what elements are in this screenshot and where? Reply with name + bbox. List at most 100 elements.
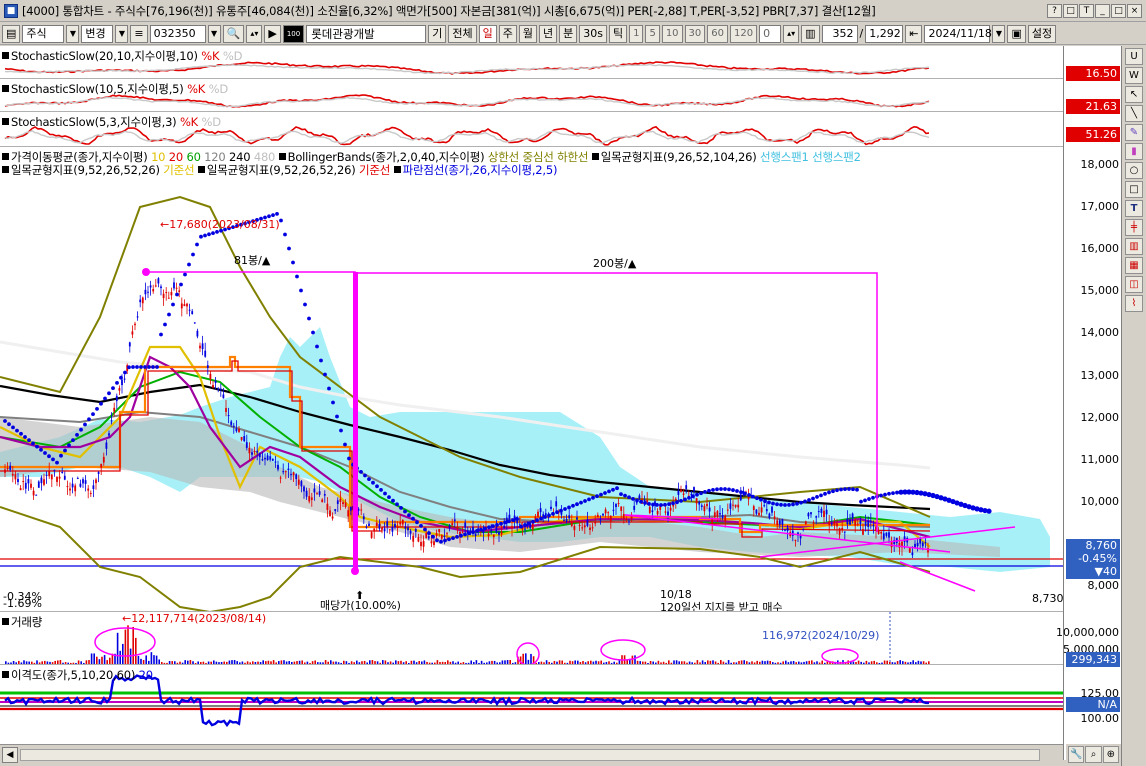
stoch1-value: 16.50 xyxy=(1066,66,1120,81)
price-label-row-2: 일목균형지표(9,52,26,52,26) 기준선 일목균형지표(9,52,26… xyxy=(2,162,557,178)
rectangle-icon[interactable]: □ xyxy=(1125,181,1143,198)
volume-bar xyxy=(103,655,106,664)
period-week[interactable]: 주 xyxy=(498,24,517,43)
candle-body xyxy=(628,521,630,523)
all-button[interactable]: 전체 xyxy=(448,24,477,43)
minute-120[interactable]: 120 xyxy=(730,24,758,43)
zoom-icon[interactable]: ⊕ xyxy=(1102,746,1119,763)
candle-body xyxy=(495,527,498,533)
close-button[interactable]: × xyxy=(1127,3,1142,18)
minute-1[interactable]: 1 xyxy=(629,24,644,43)
volume-bar xyxy=(413,660,415,664)
search-icon[interactable]: ⌕ xyxy=(1085,746,1102,763)
fib-icon[interactable]: ╪ xyxy=(1125,219,1143,236)
change-select[interactable]: 변경 xyxy=(81,24,114,43)
line-icon[interactable]: ╲ xyxy=(1125,105,1143,122)
stochastic-panel-1[interactable]: StochasticSlow(20,10,지수이평,10) %K %D xyxy=(0,46,1063,79)
stochastic-panel-2[interactable]: StochasticSlow(10,5,지수이평,5) %K %D xyxy=(0,79,1063,112)
restore-mini-button[interactable]: □ xyxy=(1063,3,1078,18)
market-select[interactable]: 주식 xyxy=(22,24,65,43)
maximize-button[interactable]: □ xyxy=(1111,3,1126,18)
period-year[interactable]: 년 xyxy=(538,24,558,43)
disparity-panel[interactable]: 이격도(종가,5,10,20,60) 20 xyxy=(0,665,1063,740)
blue-dot xyxy=(435,538,439,543)
bar-icon[interactable]: ▥ xyxy=(1125,238,1143,255)
pen-icon[interactable]: ✎ xyxy=(1125,124,1143,141)
minimize-button[interactable]: _ xyxy=(1095,3,1110,18)
channel-icon[interactable]: ◫ xyxy=(1125,276,1143,293)
stepper-icon[interactable]: ▴▾ xyxy=(246,24,263,43)
volume-panel[interactable]: 거래량 ←12,117,714(2023/08/14) 116,972(2024/… xyxy=(0,612,1063,665)
candle-body xyxy=(435,533,438,537)
chevron-down-icon[interactable]: ▼ xyxy=(115,24,129,43)
period-month[interactable]: 월 xyxy=(518,24,537,43)
volume-bar xyxy=(332,661,335,664)
gann-icon[interactable]: ▦ xyxy=(1125,257,1143,274)
minute-5[interactable]: 5 xyxy=(645,24,660,43)
volume-bar xyxy=(272,660,275,664)
layout-icon[interactable]: ▤ xyxy=(2,24,21,43)
grid-icon[interactable]: ▥ xyxy=(801,24,820,43)
period-minute[interactable]: 분 xyxy=(559,24,578,43)
volume-bar xyxy=(818,662,821,664)
expand-icon[interactable]: ⇤ xyxy=(905,24,923,43)
chevron-down-icon[interactable]: ▼ xyxy=(992,24,1006,43)
period-30s[interactable]: 30s xyxy=(579,24,607,43)
date-input[interactable]: 2024/11/18 xyxy=(924,24,992,43)
ellipse-icon[interactable]: ○ xyxy=(1125,162,1143,179)
cycle-icon[interactable]: ⌇ xyxy=(1125,295,1143,312)
arrow-icon[interactable]: ↖ xyxy=(1125,86,1143,103)
blue-dot xyxy=(367,477,371,481)
blue-dot xyxy=(323,372,327,377)
blue-dot xyxy=(111,386,115,390)
chevron-down-icon[interactable]: ▼ xyxy=(66,24,80,43)
stepper-icon[interactable]: ▴▾ xyxy=(783,24,800,43)
candle-body xyxy=(84,480,87,484)
scroll-track[interactable] xyxy=(20,749,1040,761)
blue-dot xyxy=(831,489,835,494)
price-panel[interactable]: 가격이동평균(종가,지수이평) 10 20 60 120 240 480 Bol… xyxy=(0,147,1063,612)
blue-dot xyxy=(191,252,195,257)
range-input[interactable]: 1,292 xyxy=(865,24,904,43)
text-icon[interactable]: T xyxy=(1125,200,1143,217)
counter-icon[interactable]: 100 xyxy=(282,24,305,43)
candle-body xyxy=(139,299,142,303)
marker-icon[interactable]: ▮ xyxy=(1125,143,1143,160)
stochastic-panel-3[interactable]: StochasticSlow(5,3,지수이평,3) %K %D xyxy=(0,112,1063,147)
blue-dot xyxy=(803,499,807,504)
chevron-down-icon[interactable]: ▼ xyxy=(207,24,221,43)
candle-body xyxy=(490,530,493,532)
gi-button[interactable]: 기 xyxy=(428,24,447,43)
minute-30[interactable]: 30 xyxy=(684,24,706,43)
candle-body xyxy=(230,421,233,425)
up-icon[interactable]: U xyxy=(1125,48,1143,65)
candle-body xyxy=(849,519,851,525)
period-day[interactable]: 일 xyxy=(478,24,497,43)
search-icon[interactable]: 🔍 xyxy=(222,24,245,43)
menu-icon[interactable]: ≡ xyxy=(130,24,148,43)
minute-10[interactable]: 10 xyxy=(661,24,683,43)
settings-button[interactable]: 설정 xyxy=(1027,24,1057,43)
blue-dot xyxy=(571,503,575,508)
chart-area[interactable]: StochasticSlow(20,10,지수이평,10) %K %D Stoc… xyxy=(0,46,1063,760)
play-icon[interactable]: ▶ xyxy=(264,24,281,43)
volume-bar xyxy=(345,661,348,664)
wrench-icon[interactable]: 🔧 xyxy=(1068,746,1085,763)
volume-bar xyxy=(402,662,405,664)
text-button[interactable]: T xyxy=(1079,3,1094,18)
blue-dot xyxy=(87,417,91,422)
scroll-left-icon[interactable]: ◀ xyxy=(2,747,18,763)
help-button[interactable]: ? xyxy=(1047,3,1062,18)
w-icon[interactable]: W xyxy=(1125,67,1143,84)
zero-input[interactable]: 0 xyxy=(759,24,782,43)
volume-bar xyxy=(610,662,613,664)
period-tick[interactable]: 틱 xyxy=(608,24,628,43)
minute-60[interactable]: 60 xyxy=(707,24,729,43)
candle-body xyxy=(880,531,883,534)
indicator-square-icon xyxy=(2,618,9,625)
stock-code-input[interactable]: 032350 xyxy=(149,24,206,43)
count-input[interactable]: 352 xyxy=(821,24,858,43)
volume-bar xyxy=(538,662,540,664)
save-icon[interactable]: ▣ xyxy=(1007,24,1026,43)
bottom-scrollbar[interactable]: ◀ xyxy=(0,744,1063,766)
